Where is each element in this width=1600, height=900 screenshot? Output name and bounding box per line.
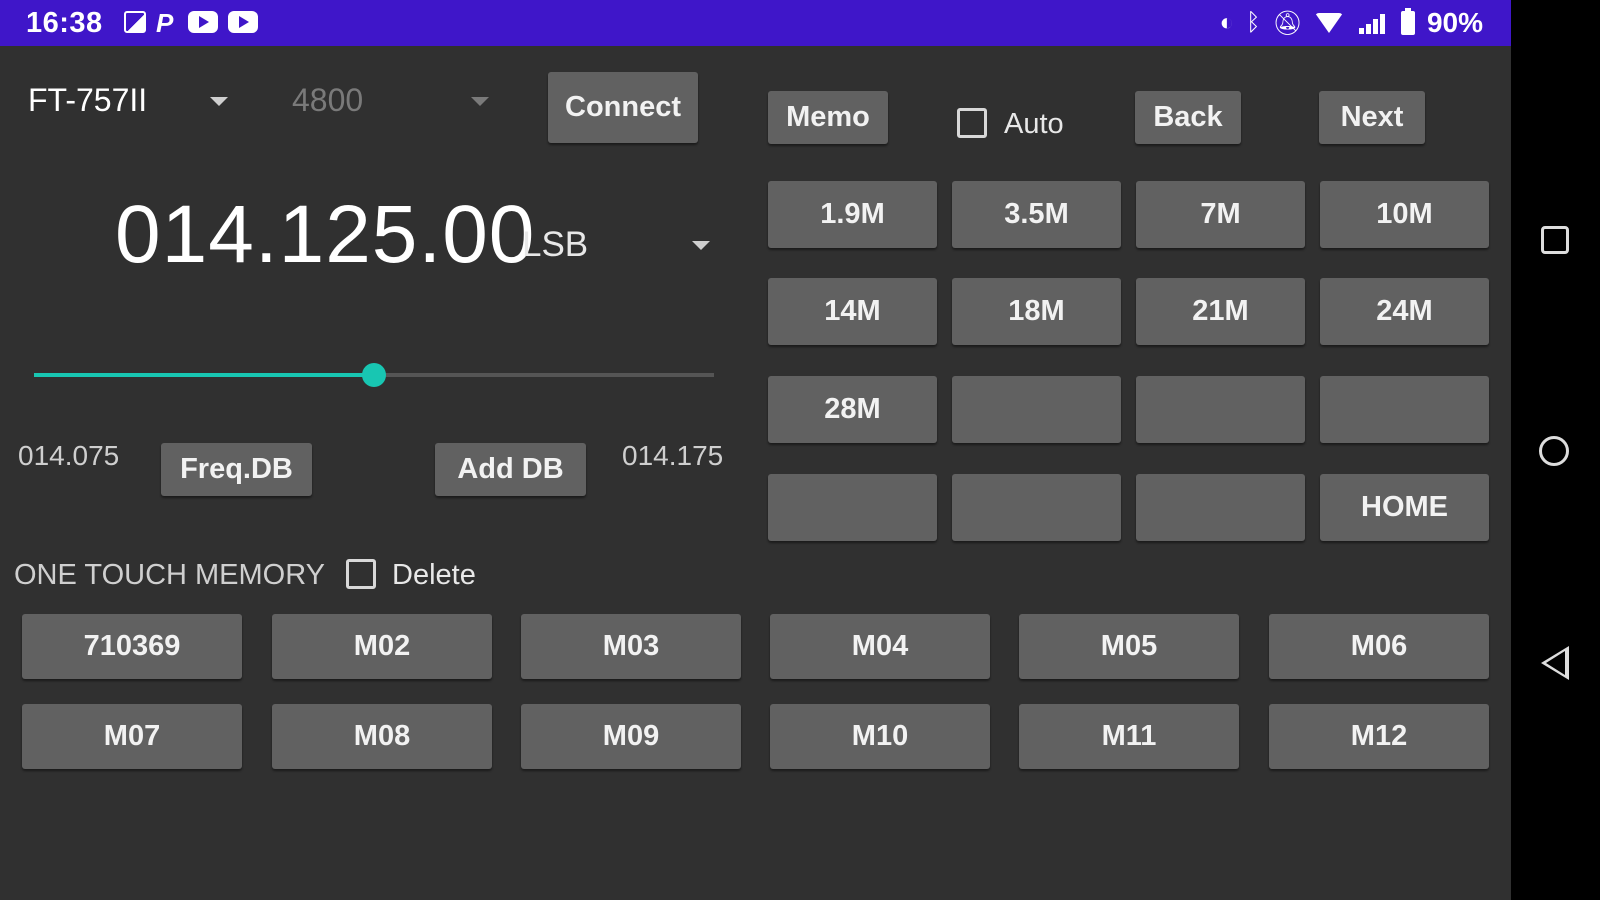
add-db-button[interactable]: Add DB: [435, 443, 586, 496]
data-saver-icon: ◐: [1219, 9, 1235, 36]
band-button[interactable]: [952, 474, 1121, 541]
band-button[interactable]: 1.9M: [768, 181, 937, 248]
baud-rate-value: 4800: [292, 82, 364, 118]
baud-rate-select[interactable]: 4800: [292, 82, 363, 119]
band-button[interactable]: [768, 474, 937, 541]
band-button[interactable]: [1320, 376, 1489, 443]
navigation-bar: [1511, 0, 1600, 900]
band-button[interactable]: 24M: [1320, 278, 1489, 345]
chevron-down-icon[interactable]: [471, 97, 489, 106]
memo-button[interactable]: Memo: [768, 91, 888, 144]
next-button[interactable]: Next: [1319, 91, 1425, 144]
system-icons: ◐ ᛒ 🔕︎ 90%: [1220, 7, 1483, 39]
slider-fill: [34, 373, 374, 377]
battery-level: 90%: [1426, 7, 1483, 38]
slider-thumb[interactable]: [362, 363, 386, 387]
bluetooth-icon: ᛒ: [1246, 9, 1261, 36]
status-bar: 16:38 P ◐ ᛒ 🔕︎ 90%: [0, 0, 1511, 46]
youtube-icon: [188, 11, 218, 33]
auto-checkbox[interactable]: [957, 108, 987, 138]
band-button[interactable]: 18M: [952, 278, 1121, 345]
memory-button[interactable]: M03: [521, 614, 741, 679]
delete-checkbox[interactable]: [346, 559, 376, 589]
home-icon[interactable]: [1539, 436, 1569, 466]
band-button[interactable]: 14M: [768, 278, 937, 345]
clock: 16:38: [26, 7, 103, 39]
recents-icon[interactable]: [1541, 226, 1569, 254]
mute-icon: 🔕︎: [1272, 9, 1303, 37]
gallery-icon: [124, 11, 146, 33]
memory-button[interactable]: M06: [1269, 614, 1489, 679]
band-button[interactable]: HOME: [1320, 474, 1489, 541]
memory-button[interactable]: M12: [1269, 704, 1489, 769]
band-button[interactable]: 28M: [768, 376, 937, 443]
p-app-icon: P: [156, 8, 174, 38]
battery-icon: [1400, 8, 1415, 35]
chevron-down-icon[interactable]: [210, 97, 228, 106]
memory-button[interactable]: M08: [272, 704, 492, 769]
band-button[interactable]: [1136, 376, 1305, 443]
memory-button[interactable]: M05: [1019, 614, 1239, 679]
memory-button[interactable]: M04: [770, 614, 990, 679]
band-button[interactable]: [952, 376, 1121, 443]
back-button[interactable]: Back: [1135, 91, 1241, 144]
band-button[interactable]: 10M: [1320, 181, 1489, 248]
wifi-icon: [1314, 13, 1343, 33]
radio-model-select[interactable]: FT-757II: [28, 82, 147, 119]
band-button[interactable]: 3.5M: [952, 181, 1121, 248]
frequency-display: 014.125.00: [115, 189, 536, 280]
memory-button[interactable]: M11: [1019, 704, 1239, 769]
memory-button[interactable]: 710369: [22, 614, 242, 679]
signal-icon: [1355, 12, 1389, 34]
range-max-label: 014.175: [622, 440, 724, 471]
memory-button[interactable]: M02: [272, 614, 492, 679]
delete-label: Delete: [392, 559, 476, 591]
memory-button[interactable]: M09: [521, 704, 741, 769]
mode-dropdown-icon[interactable]: [692, 241, 710, 250]
notification-icons: P: [124, 8, 258, 38]
radio-model-value: FT-757II: [28, 82, 148, 118]
range-min-label: 014.075: [18, 440, 120, 471]
mode-value: LSB: [522, 225, 589, 264]
band-button[interactable]: 7M: [1136, 181, 1305, 248]
connect-button[interactable]: Connect: [548, 72, 698, 143]
memory-button[interactable]: M07: [22, 704, 242, 769]
youtube-icon: [228, 11, 258, 33]
tuning-slider[interactable]: [34, 363, 714, 387]
band-button[interactable]: [1136, 474, 1305, 541]
band-button[interactable]: 21M: [1136, 278, 1305, 345]
back-icon[interactable]: [1541, 646, 1569, 680]
auto-label: Auto: [1004, 108, 1064, 140]
freq-db-button[interactable]: Freq.DB: [161, 443, 312, 496]
one-touch-memory-heading: ONE TOUCH MEMORY: [14, 559, 325, 591]
memory-button[interactable]: M10: [770, 704, 990, 769]
